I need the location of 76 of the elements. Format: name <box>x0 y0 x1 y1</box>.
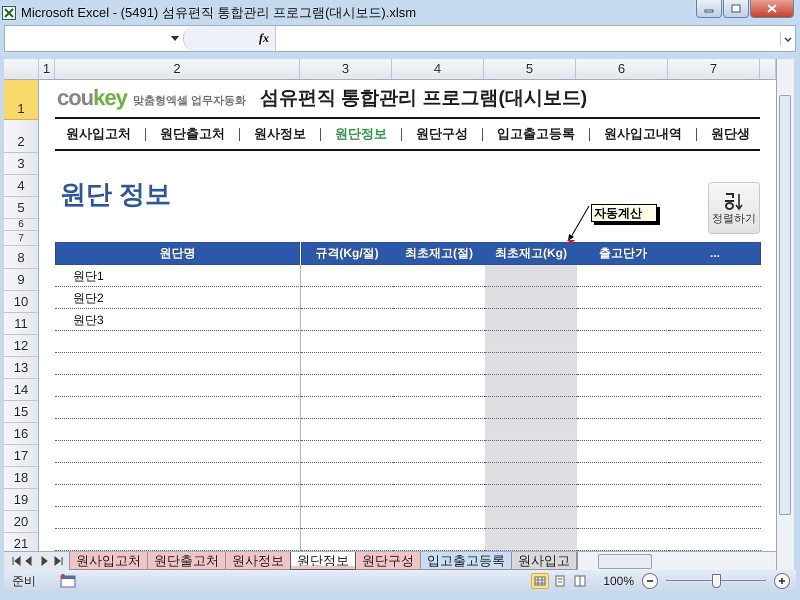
row-header[interactable]: 20 <box>4 511 38 533</box>
row-header[interactable]: 8 <box>4 246 38 269</box>
nav-link[interactable]: 원사정보 <box>254 125 306 144</box>
column-heading: 출고단가 <box>598 245 648 262</box>
comment-arrow <box>567 205 591 245</box>
sheet-tab[interactable]: 입고출고등록 <box>420 552 512 570</box>
column-header[interactable]: 6 <box>576 59 668 79</box>
sheet-tab[interactable]: 원사입고처 <box>69 552 148 570</box>
sort-icon <box>724 190 744 211</box>
nav-link[interactable]: 입고출고등록 <box>497 125 575 144</box>
row-header[interactable]: 16 <box>4 423 38 445</box>
column-heading: 규격(Kg/절) <box>314 245 380 262</box>
row-header[interactable]: 5 <box>4 197 38 219</box>
column-header[interactable]: 2 <box>55 59 300 79</box>
row-header[interactable]: 13 <box>4 357 38 379</box>
close-button[interactable] <box>750 0 794 18</box>
row-header[interactable]: 7 <box>4 231 38 246</box>
close-icon <box>767 4 777 13</box>
row-header[interactable]: 6 <box>4 219 38 231</box>
row-header[interactable]: 17 <box>4 445 38 467</box>
normal-view-icon[interactable] <box>531 573 550 589</box>
program-title: 섬유편직 통합관리 프로그램(대시보드) <box>260 87 588 112</box>
column-heading: 최초재고(Kg) <box>494 245 568 262</box>
nav-link[interactable]: 원단생 <box>711 125 750 144</box>
nav-link[interactable]: 원단구성 <box>416 125 468 144</box>
function-label[interactable]: fx <box>259 31 269 46</box>
tagline: 맞춤형엑셀 업무자동화 <box>132 94 246 108</box>
column-heading: ... <box>708 245 721 262</box>
column-heading: 원단명 <box>55 242 301 266</box>
zoom-level: 100% <box>603 574 634 588</box>
row-header[interactable]: 19 <box>4 489 38 511</box>
minimize-button[interactable] <box>696 0 722 18</box>
row-header[interactable]: 2 <box>4 120 38 153</box>
vertical-scrollbar[interactable] <box>776 59 794 570</box>
table-cell: 원단3 <box>55 309 301 332</box>
zoom-in-button[interactable] <box>774 573 790 589</box>
row-header[interactable]: 14 <box>4 379 38 401</box>
row-header[interactable]: 10 <box>4 291 38 313</box>
row-header[interactable]: 3 <box>4 153 38 175</box>
zoom-out-button[interactable] <box>642 573 658 589</box>
status-text: 준비 <box>12 572 36 590</box>
sort-button[interactable]: 정렬하기 <box>708 182 760 234</box>
nav-link[interactable]: 원단출고처 <box>160 125 225 144</box>
plus-icon <box>778 577 786 585</box>
row-header[interactable]: 12 <box>4 335 38 357</box>
column-header[interactable]: 4 <box>392 59 484 79</box>
sheet-tab[interactable]: 원사정보 <box>225 552 291 570</box>
sheet-tab[interactable]: 원단출고처 <box>147 552 226 570</box>
sheet-tab[interactable]: 원사입고 <box>511 552 577 570</box>
maximize-button[interactable] <box>723 0 749 18</box>
table-cell: 원단1 <box>55 265 301 288</box>
column-header[interactable]: 5 <box>484 59 576 79</box>
nav-link[interactable]: 원사입고처 <box>66 125 131 144</box>
sheet-tab[interactable]: 원단구성 <box>355 552 421 570</box>
column-header[interactable]: 7 <box>668 59 760 79</box>
row-header[interactable]: 4 <box>4 175 38 197</box>
column-header[interactable]: 1 <box>39 59 55 79</box>
row-header[interactable]: 15 <box>4 401 38 423</box>
chevron-down-icon <box>784 36 792 42</box>
column-heading: 최초재고(절) <box>404 245 474 262</box>
horizontal-scrollbar[interactable] <box>577 552 776 570</box>
row-header[interactable]: 1 <box>4 80 38 120</box>
table-cell: 원단2 <box>55 287 301 310</box>
row-header[interactable]: 9 <box>4 269 38 291</box>
row-header[interactable]: 18 <box>4 467 38 489</box>
column-header[interactable]: 3 <box>300 59 392 79</box>
excel-icon <box>2 6 16 20</box>
row-header[interactable]: 11 <box>4 313 38 335</box>
comment-box: 자동계산 <box>591 204 657 222</box>
minus-icon <box>646 577 654 585</box>
page-title: 원단 정보 <box>60 178 172 212</box>
window-title: Microsoft Excel - (5491) 섬유편직 통합관리 프로그램(대시보드).xlsm <box>21 4 416 22</box>
logo: coukey <box>57 85 127 112</box>
nav-link[interactable]: 원사입고내역 <box>604 125 682 144</box>
maximize-icon <box>731 4 741 13</box>
macro-record-icon[interactable] <box>60 574 76 588</box>
